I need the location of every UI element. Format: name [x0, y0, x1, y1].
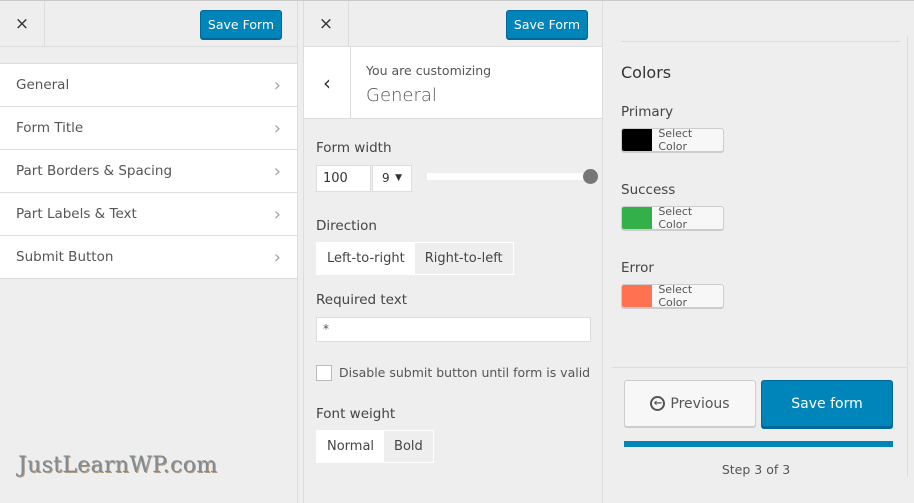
- direction-rtl-option[interactable]: Right-to-left: [414, 243, 513, 274]
- direction-toggle: Left-to-right Right-to-left: [316, 242, 514, 275]
- font-weight-bold-option[interactable]: Bold: [384, 431, 433, 462]
- chevron-right-icon: ›: [273, 160, 281, 182]
- select-color-label: Select Color: [658, 127, 693, 153]
- primary-color-label: Primary: [621, 104, 674, 120]
- form-width-slider-track[interactable]: [427, 173, 592, 180]
- menu-item-part-labels-text[interactable]: Part Labels & Text ›: [0, 193, 297, 236]
- customizer-menu-panel: × Save Form General › Form Title › Part …: [0, 1, 298, 503]
- customizing-label: You are customizing: [366, 63, 492, 78]
- previous-button[interactable]: ← Previous: [624, 380, 756, 427]
- font-weight-normal-option[interactable]: Normal: [317, 431, 385, 462]
- save-form-button[interactable]: Save Form: [506, 10, 588, 39]
- divider: [612, 367, 908, 368]
- progress-bar: [624, 441, 893, 447]
- form-width-input[interactable]: 100: [316, 165, 371, 192]
- menu-item-label: General: [16, 77, 70, 93]
- previous-label: Previous: [670, 395, 730, 412]
- section-title: General: [366, 85, 437, 106]
- required-text-label: Required text: [316, 292, 408, 308]
- direction-ltr-option[interactable]: Left-to-right: [317, 243, 415, 274]
- menu-item-part-borders-spacing[interactable]: Part Borders & Spacing ›: [0, 150, 297, 193]
- form-width-slider-thumb[interactable]: [583, 169, 598, 184]
- select-color-label: Select Color: [658, 205, 693, 231]
- color-swatch: [622, 207, 653, 229]
- menu-item-general[interactable]: General ›: [0, 64, 297, 107]
- error-color-picker[interactable]: Select Color: [621, 283, 724, 309]
- close-icon[interactable]: ×: [304, 1, 349, 47]
- menu-item-label: Form Title: [16, 120, 84, 136]
- divider: [621, 41, 900, 42]
- success-color-picker[interactable]: Select Color: [621, 205, 724, 231]
- form-width-label: Form width: [316, 140, 392, 156]
- chevron-right-icon: ›: [273, 74, 281, 96]
- menu-header: × Save Form: [0, 1, 297, 47]
- settings-header: × Save Form: [304, 1, 602, 47]
- form-width-unit-select[interactable]: 9 ▼: [372, 165, 412, 192]
- direction-label: Direction: [316, 218, 377, 234]
- required-text-input[interactable]: *: [316, 317, 591, 342]
- colors-heading: Colors: [621, 63, 672, 82]
- menu-item-submit-button[interactable]: Submit Button ›: [0, 236, 297, 279]
- disable-submit-checkbox[interactable]: [316, 365, 332, 381]
- select-color-label: Select Color: [658, 283, 693, 309]
- chevron-right-icon: ›: [273, 246, 281, 268]
- menu-item-label: Submit Button: [16, 249, 114, 265]
- customizing-header: ‹ You are customizing General: [304, 47, 602, 119]
- step-indicator: Step 3 of 3: [721, 462, 791, 477]
- font-weight-toggle: Normal Bold: [316, 430, 434, 463]
- chevron-right-icon: ›: [273, 203, 281, 225]
- font-weight-label: Font weight: [316, 406, 396, 422]
- arrow-left-circle-icon: ←: [650, 396, 666, 411]
- form-preview-panel: Colors Primary Select Color Success Sele…: [604, 1, 914, 503]
- menu-spacer: [0, 47, 297, 64]
- chevron-right-icon: ›: [273, 117, 281, 139]
- error-color-label: Error: [621, 260, 654, 276]
- color-swatch: [622, 129, 653, 151]
- menu-item-form-title[interactable]: Form Title ›: [0, 107, 297, 150]
- primary-color-picker[interactable]: Select Color: [621, 127, 724, 153]
- menu-item-label: Part Borders & Spacing: [16, 163, 173, 179]
- color-swatch: [622, 285, 653, 307]
- back-chevron-icon[interactable]: ‹: [304, 47, 351, 119]
- save-form-button[interactable]: Save Form: [200, 10, 282, 39]
- dropdown-arrow-icon: ▼: [395, 173, 402, 183]
- disable-submit-label: Disable submit button until form is vali…: [339, 365, 591, 380]
- general-settings-panel: × Save Form ‹ You are customizing Genera…: [303, 1, 603, 503]
- close-icon[interactable]: ×: [0, 1, 45, 47]
- menu-item-label: Part Labels & Text: [16, 206, 137, 222]
- unit-value: 9: [382, 171, 390, 185]
- watermark: JustLearnWP.com: [18, 453, 218, 478]
- progress-fill: [624, 441, 893, 447]
- save-form-submit-button[interactable]: Save form: [761, 380, 893, 427]
- success-color-label: Success: [621, 182, 676, 198]
